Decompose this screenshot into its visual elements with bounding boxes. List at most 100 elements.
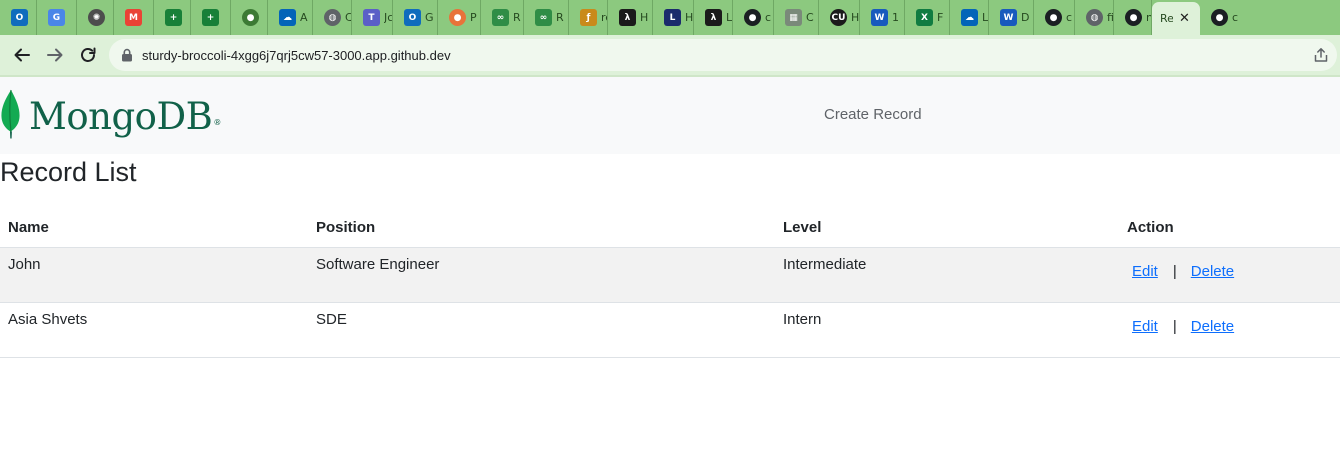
tab-title: F: [937, 11, 944, 24]
github-icon: ●: [1125, 9, 1142, 26]
brand-name: MongoDB: [29, 94, 213, 138]
browser-tab[interactable]: WD: [989, 0, 1034, 35]
browser-tab[interactable]: ● c: [1034, 0, 1075, 35]
browser-tab[interactable]: M: [114, 0, 154, 35]
browser-toolbar: sturdy-broccoli-4xgg6j7qrj5cw57-3000.app…: [0, 35, 1340, 75]
cell-level: Intern: [775, 302, 1119, 358]
browser-tab[interactable]: ● P: [438, 0, 481, 35]
create-record-link[interactable]: Create Record: [824, 106, 922, 123]
browser-tab[interactable]: ◍ fi: [1075, 0, 1114, 35]
arrow-right-icon: [47, 48, 63, 62]
chatgpt-icon: ✺: [88, 9, 105, 26]
edit-link[interactable]: Edit: [1132, 263, 1158, 280]
browser-tab[interactable]: ●n: [1114, 0, 1152, 35]
browser-tab[interactable]: ∞ R: [524, 0, 569, 35]
close-icon[interactable]: ✕: [1179, 11, 1190, 26]
arrow-left-icon: [14, 48, 30, 62]
browser-tab[interactable]: W1: [860, 0, 905, 35]
tab-title: L: [726, 11, 732, 24]
geeksforgeeks-icon: ∞: [535, 9, 552, 26]
mongodb-logo[interactable]: MongoDB ®: [0, 89, 221, 139]
code-icon: ƒ: [580, 9, 597, 26]
tab-title: R: [556, 11, 564, 24]
cell-position: SDE: [308, 302, 775, 358]
leetcode-icon: L: [664, 9, 681, 26]
tab-title: re: [601, 11, 607, 24]
browser-tab[interactable]: λL: [694, 0, 733, 35]
browser-tab[interactable]: ●: [231, 0, 268, 35]
browser-tab[interactable]: ƒre: [569, 0, 608, 35]
browser-tab[interactable]: +: [154, 0, 191, 35]
records-table: Name Position Level Action John Software…: [0, 209, 1340, 358]
gmail-icon: M: [125, 9, 142, 26]
browser-tab[interactable]: λH: [608, 0, 653, 35]
github-icon: ●: [1045, 9, 1062, 26]
share-icon[interactable]: [1313, 47, 1329, 63]
tab-title: D: [1021, 11, 1030, 24]
android-icon: ●: [242, 9, 259, 26]
tab-title: H: [851, 11, 859, 24]
tab-title: C: [345, 11, 351, 24]
browser-tab[interactable]: O: [0, 0, 37, 35]
tab-title: C: [806, 11, 814, 24]
browser-tab[interactable]: ☁ L: [950, 0, 989, 35]
cell-name: John: [0, 247, 308, 303]
tab-title: A: [300, 11, 308, 24]
excel-icon: X: [916, 9, 933, 26]
database-icon: ▦: [785, 9, 802, 26]
browser-tab[interactable]: CU H: [819, 0, 860, 35]
google-translate-icon: G: [48, 9, 65, 26]
google-sheets-icon: +: [165, 9, 182, 26]
tab-title: 1: [892, 11, 899, 24]
browser-tab[interactable]: T Jc: [352, 0, 393, 35]
tab-title: H: [685, 11, 693, 24]
leaf-icon: [1, 89, 20, 139]
browser-tab[interactable]: ● c: [733, 0, 774, 35]
browser-tab[interactable]: XF: [905, 0, 950, 35]
column-header-action: Action: [1119, 209, 1340, 248]
browser-tab[interactable]: G: [37, 0, 77, 35]
browser-tab[interactable]: +: [191, 0, 231, 35]
browser-tab[interactable]: ☁ A: [268, 0, 313, 35]
outlook-icon: O: [404, 9, 421, 26]
onedrive-icon: ☁: [279, 9, 296, 26]
browser-tab[interactable]: ◍C: [313, 0, 352, 35]
cu-icon: CU: [830, 9, 847, 26]
column-header-position: Position: [308, 209, 775, 248]
delete-link[interactable]: Delete: [1191, 263, 1234, 280]
geeksforgeeks-icon: ∞: [492, 9, 509, 26]
column-header-level: Level: [775, 209, 1119, 248]
tab-title: Jc: [384, 11, 392, 24]
back-button[interactable]: [8, 41, 36, 69]
address-bar[interactable]: sturdy-broccoli-4xgg6j7qrj5cw57-3000.app…: [109, 39, 1337, 71]
browser-tab[interactable]: LH: [653, 0, 694, 35]
reload-icon: [81, 47, 96, 62]
page-content: MongoDB ® Create Record Record List Name…: [0, 77, 1340, 465]
browser-tab[interactable]: ● c: [1200, 0, 1250, 35]
cell-actions: Edit | Delete: [1119, 302, 1340, 358]
codeforces-icon: λ: [705, 9, 722, 26]
word-icon: W: [1000, 9, 1017, 26]
browser-tab[interactable]: OG: [393, 0, 438, 35]
tab-title: fi: [1107, 11, 1113, 24]
onedrive-icon: ☁: [961, 9, 978, 26]
tab-title: c: [1232, 11, 1239, 24]
browser-tab-active[interactable]: Re ✕: [1152, 2, 1200, 35]
browser-tab[interactable]: ▦ C: [774, 0, 819, 35]
browser-tab[interactable]: ✺: [77, 0, 114, 35]
action-separator: |: [1172, 317, 1177, 335]
delete-link[interactable]: Delete: [1191, 318, 1234, 335]
browser-tab-strip: OG✺M++●☁A◍CTJcOG●P∞R∞RƒreλHLHλL●c▦CCUHW1…: [0, 0, 1340, 35]
forward-button[interactable]: [41, 41, 69, 69]
edit-link[interactable]: Edit: [1132, 318, 1158, 335]
tab-title: R: [513, 11, 521, 24]
cell-position: Software Engineer: [308, 247, 775, 303]
registered-mark: ®: [213, 118, 222, 127]
lock-icon: [122, 48, 132, 62]
url-text[interactable]: sturdy-broccoli-4xgg6j7qrj5cw57-3000.app…: [142, 48, 451, 63]
tab-title: L: [982, 11, 988, 24]
codeforces-icon: λ: [619, 9, 636, 26]
tab-title: Re: [1160, 12, 1173, 25]
reload-button[interactable]: [74, 41, 102, 69]
browser-tab[interactable]: ∞ R: [481, 0, 524, 35]
